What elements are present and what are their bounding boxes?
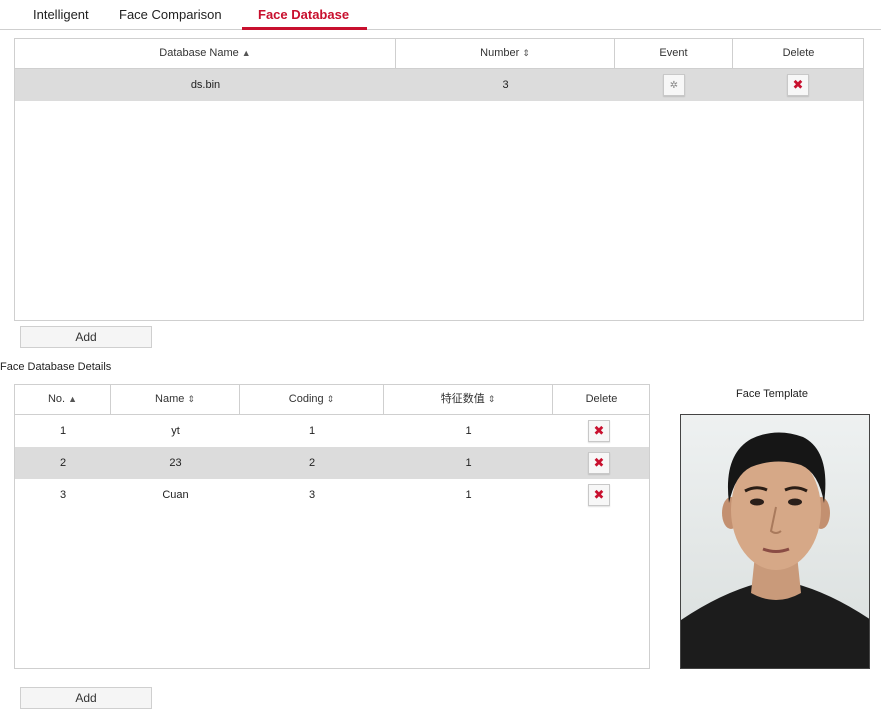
coding-cell: 3 [308,489,316,501]
tab-face-comparison[interactable]: Face Comparison [119,7,222,22]
tab-intelligent[interactable]: Intelligent [33,7,89,22]
sort-asc-icon: ▲ [241,48,251,58]
active-tab-indicator [242,27,367,30]
delete-face-button[interactable]: ✖ [588,420,610,442]
tab-face-database[interactable]: Face Database [258,7,349,22]
no-cell: 2 [59,457,67,469]
coding-cell: 1 [308,425,316,437]
column-header-number[interactable]: Number ⇕ [396,39,615,68]
delete-face-button[interactable]: ✖ [588,484,610,506]
no-cell: 3 [59,489,67,501]
feature-value-cell: 1 [465,425,472,437]
sort-icon: ⇕ [522,48,530,58]
column-header-database-name[interactable]: Database Name ▲ [15,39,396,68]
table-row[interactable]: 1 yt 1 1 ✖ [15,415,649,447]
details-section-title: Face Database Details [0,361,112,373]
delete-icon: ✖ [593,423,605,438]
face-template-photo [680,414,870,669]
column-header-name[interactable]: Name ⇕ [111,385,240,414]
column-header-no[interactable]: No. ▲ [15,385,111,414]
sort-asc-icon: ▲ [68,394,78,404]
face-photo-image [681,415,869,668]
details-table: No. ▲ Name ⇕ Coding ⇕ 特征数值 ⇕ Delete 1 yt 1 1… [14,384,650,669]
face-template-label: Face Template [736,388,808,400]
gear-icon: ✲ [669,80,679,91]
database-table-header: Database Name ▲ Number ⇕ Event Delete [15,39,863,69]
add-face-button[interactable]: Add [20,687,152,709]
sort-icon: ⇕ [187,394,195,404]
number-cell: 3 [502,79,509,91]
add-database-button[interactable]: Add [20,326,152,348]
no-cell: 1 [59,425,67,437]
delete-icon: ✖ [593,455,605,470]
feature-value-cell: 1 [465,489,472,501]
details-table-header: No. ▲ Name ⇕ Coding ⇕ 特征数值 ⇕ Delete [15,385,649,415]
name-cell: Cuan [162,489,189,501]
column-header-coding[interactable]: Coding ⇕ [240,385,384,414]
name-cell: 23 [169,457,182,469]
database-name-cell: ds.bin [190,79,221,91]
tab-bar: Intelligent Face Comparison Face Databas… [0,0,881,30]
coding-cell: 2 [308,457,316,469]
delete-icon: ✖ [593,487,605,502]
table-row[interactable]: 3 Cuan 3 1 ✖ [15,479,649,511]
sort-icon: ⇕ [326,394,335,404]
column-header-delete: Delete [585,393,618,405]
sort-icon: ⇕ [487,394,496,404]
database-table: Database Name ▲ Number ⇕ Event Delete ds.b… [14,38,864,321]
table-row[interactable]: 2 23 2 1 ✖ [15,447,649,479]
delete-database-button[interactable]: ✖ [787,74,809,96]
column-header-delete: Delete [782,47,815,59]
table-row[interactable]: ds.bin 3 ✲ ✖ [15,69,863,101]
delete-icon: ✖ [792,77,804,92]
event-settings-button[interactable]: ✲ [663,74,685,96]
name-cell: yt [171,425,180,437]
column-header-event: Event [615,39,733,68]
feature-value-cell: 1 [465,457,472,469]
column-header-feature-value[interactable]: 特征数值 ⇕ [384,385,553,414]
delete-face-button[interactable]: ✖ [588,452,610,474]
